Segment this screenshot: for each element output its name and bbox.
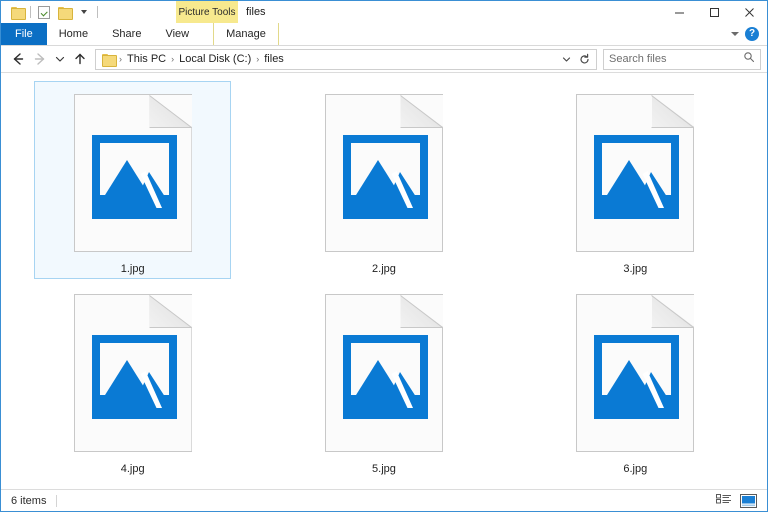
file-tile[interactable]: 1.jpg	[34, 81, 232, 279]
chevron-down-icon[interactable]	[558, 50, 574, 68]
ribbon-tab-bar: File Home Share View Manage ?	[1, 23, 767, 45]
file-tile[interactable]: 4.jpg	[34, 281, 231, 479]
folder-icon	[102, 53, 117, 67]
address-field[interactable]: › This PC › Local Disk (C:) › files	[95, 48, 597, 70]
picture-glyph-icon	[91, 135, 177, 219]
file-name-label: 4.jpg	[120, 463, 145, 475]
search-box[interactable]: Search files	[603, 48, 761, 70]
back-button[interactable]	[7, 48, 29, 70]
file-tile[interactable]: 3.jpg	[537, 81, 734, 279]
file-tile[interactable]: 5.jpg	[285, 281, 482, 479]
item-count: 6 items	[11, 494, 47, 507]
page-fold-edge	[148, 295, 192, 328]
picture-glyph-icon	[594, 135, 680, 219]
jpg-file-icon	[73, 294, 192, 452]
recent-locations-icon[interactable]	[51, 48, 69, 70]
jpg-file-icon	[576, 294, 695, 452]
forward-button[interactable]	[29, 48, 51, 70]
picture-glyph-icon	[342, 135, 428, 219]
page-fold-edge	[400, 95, 443, 128]
jpg-file-icon	[73, 94, 192, 252]
refresh-icon[interactable]	[576, 50, 592, 68]
tab-manage[interactable]: Manage	[213, 23, 279, 45]
quick-access-toolbar	[1, 1, 101, 23]
address-bar: › This PC › Local Disk (C:) › files Sear…	[1, 46, 767, 72]
file-tile[interactable]: 2.jpg	[285, 81, 482, 279]
file-name-label: 3.jpg	[623, 263, 648, 275]
file-name-label: 1.jpg	[120, 263, 145, 275]
customize-qat-icon[interactable]	[74, 2, 94, 22]
page-fold-edge	[400, 295, 443, 328]
tab-share[interactable]: Share	[100, 23, 153, 45]
help-icon[interactable]: ?	[745, 27, 759, 41]
breadcrumb-this-pc[interactable]: This PC	[124, 53, 169, 65]
file-name-label: 2.jpg	[372, 263, 396, 275]
qat-divider-2	[97, 6, 98, 18]
file-explorer-window: Picture Tools files File Home Share View…	[0, 0, 768, 512]
window-controls	[662, 1, 767, 23]
breadcrumb-files[interactable]: files	[261, 53, 287, 65]
page-fold-edge	[651, 295, 695, 328]
page-fold-edge	[148, 95, 192, 128]
file-name-label: 5.jpg	[372, 463, 396, 475]
up-button[interactable]	[69, 48, 91, 70]
search-icon	[743, 50, 755, 68]
file-tile[interactable]: 6.jpg	[537, 281, 734, 479]
breadcrumb-separator-1: ›	[171, 54, 175, 64]
breadcrumb-separator-0: ›	[119, 54, 122, 64]
chevron-down-icon[interactable]	[731, 32, 739, 36]
minimize-button[interactable]	[662, 1, 697, 23]
title-bar: Picture Tools files	[1, 1, 767, 23]
picture-glyph-icon	[594, 335, 680, 419]
tab-view[interactable]: View	[153, 23, 201, 45]
view-toggle-group	[715, 493, 757, 508]
address-right-controls	[558, 50, 592, 68]
breadcrumb-separator-2: ›	[256, 54, 260, 64]
status-divider	[56, 494, 58, 507]
file-name-label: 6.jpg	[623, 463, 648, 475]
folder-icon[interactable]	[7, 2, 27, 22]
page-fold-edge	[651, 95, 695, 128]
tab-home[interactable]: Home	[47, 23, 100, 45]
tab-file[interactable]: File	[1, 23, 47, 45]
ribbon-right-controls: ?	[731, 23, 765, 45]
maximize-button[interactable]	[697, 1, 732, 23]
breadcrumb-local-disk[interactable]: Local Disk (C:)	[176, 53, 254, 65]
picture-tools-label: Picture Tools	[176, 1, 238, 23]
jpg-file-icon	[576, 94, 695, 252]
picture-glyph-icon	[342, 335, 428, 419]
large-icons-view-icon[interactable]	[740, 493, 757, 508]
close-button[interactable]	[732, 1, 767, 23]
properties-icon[interactable]	[34, 2, 54, 22]
search-input[interactable]: Search files	[609, 53, 743, 65]
status-bar: 6 items	[1, 489, 767, 511]
jpg-file-icon	[324, 94, 443, 252]
new-folder-icon[interactable]	[54, 2, 74, 22]
file-list-view[interactable]: 1.jpg 2.jpg 3.jpg 4.jpg 5.jpg 6.jpg	[1, 72, 767, 489]
window-title: files	[246, 6, 266, 18]
details-view-icon[interactable]	[715, 493, 732, 508]
qat-divider	[30, 6, 31, 18]
picture-glyph-icon	[91, 335, 177, 419]
jpg-file-icon	[324, 294, 443, 452]
